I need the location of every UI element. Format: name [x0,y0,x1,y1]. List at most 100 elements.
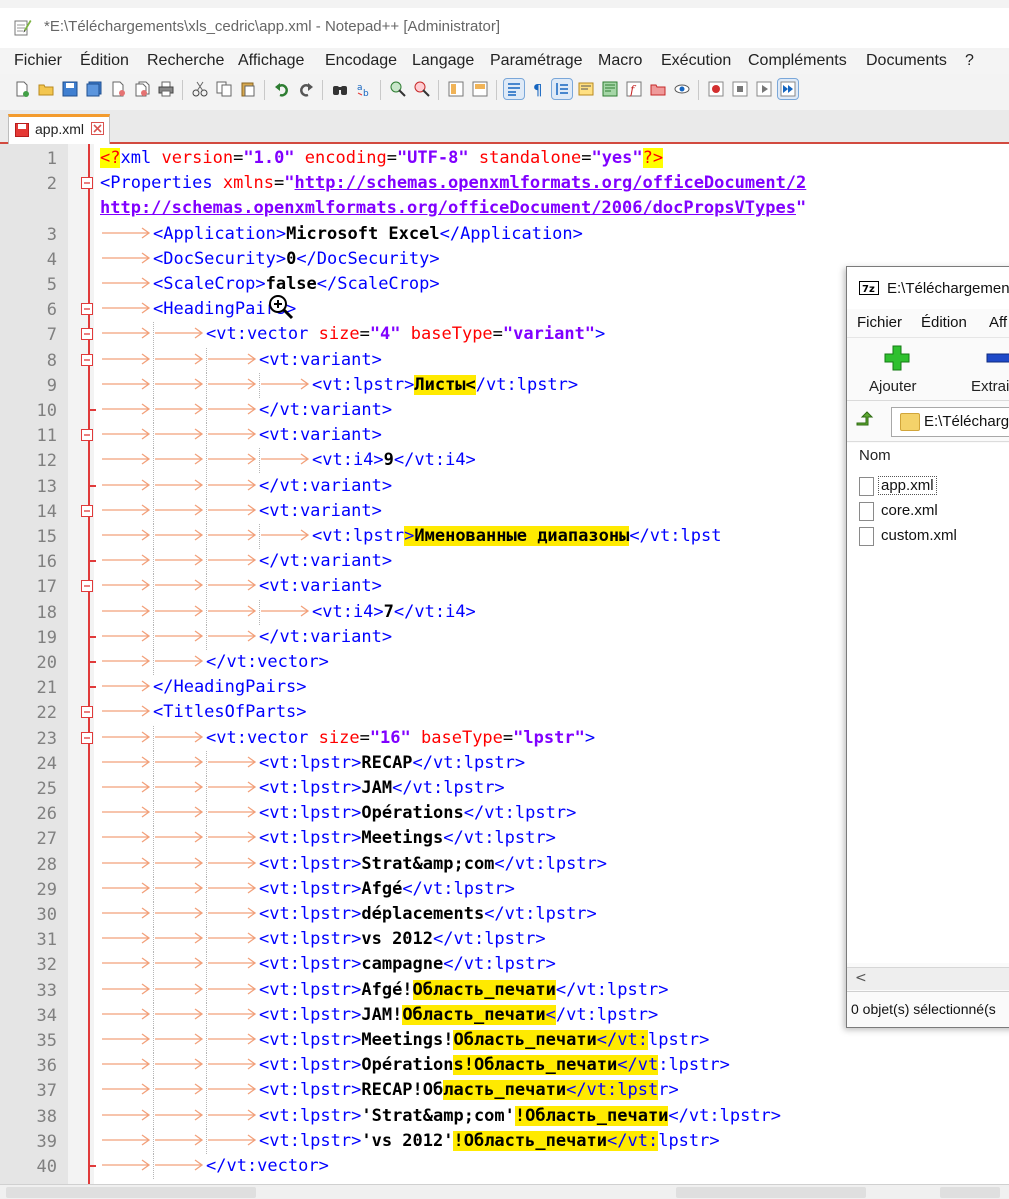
close-all-button[interactable] [132,79,152,99]
code-line[interactable]: 1 <?xml version="1.0" encoding="UTF-8" st… [0,146,1009,171]
paste-icon [241,82,255,97]
sevenzip-menu-fichier[interactable]: Fichier [857,314,902,331]
zoom-in-button[interactable] [388,79,408,99]
fold-toggle-icon[interactable] [81,731,93,744]
indent-guide [153,851,155,877]
stop-macro-button[interactable] [730,79,750,99]
replace-button[interactable]: ab [354,79,374,99]
code-text: <vt:lpstr>JAM</vt:lpstr> [259,778,505,798]
fold-toggle-icon[interactable] [81,303,93,316]
code-line[interactable]: 38 <vt:lpstr>'Strat&amp;com'!Область_печа… [0,1103,1009,1129]
menu-execution[interactable]: Exécution [661,52,731,70]
column-header-name[interactable]: Nom [859,447,891,464]
fold-toggle-icon[interactable] [81,177,93,190]
code-line[interactable]: 3 <Application>Microsoft Excel</Applicati… [0,222,1009,247]
menu-fichier[interactable]: Fichier [14,52,62,70]
document-map-button[interactable] [600,79,620,99]
code-line[interactable]: 37 <vt:lpstr>RECAP!Область_печати</vt:lps… [0,1078,1009,1104]
code-line[interactable]: 2 <Properties xmlns="http://schemas.openx… [0,171,1009,196]
tab-app-xml[interactable]: app.xml [8,114,110,144]
run-macro-multiple-button[interactable] [777,78,799,100]
redo-button[interactable] [296,79,316,99]
fold-toggle-icon[interactable] [81,429,93,442]
sevenzip-title: E:\Téléchargemen [887,280,1009,297]
menu-encodage[interactable]: Encodage [325,52,397,70]
code-line[interactable]: http://schemas.openxmlformats.org/office… [0,196,1009,221]
menu-complements[interactable]: Compléments [748,52,847,70]
file-list[interactable]: Nom app.xml core.xml custom.xml [847,443,1009,963]
fold-toggle-icon[interactable] [81,328,93,341]
tab-arrow-icon [208,504,257,516]
sync-vertical-button[interactable] [446,79,466,99]
save-all-button[interactable] [84,79,104,99]
scroll-left-arrow[interactable]: < [855,970,867,986]
record-macro-button[interactable] [706,79,726,99]
open-file-button[interactable] [36,79,56,99]
menu-langage[interactable]: Langage [412,52,474,70]
menu-affichage[interactable]: Affichage [238,52,304,70]
path-input[interactable]: E:\Télécharg [891,407,1009,437]
status-position [940,1187,1000,1198]
line-number: 36 [36,1056,57,1077]
code-text: <vt:lpstr>Afgé</vt:lpstr> [259,878,515,899]
fold-toggle-icon[interactable] [81,504,93,517]
tab-arrow-icon [102,806,151,818]
status-file-type [6,1187,256,1198]
record-icon [708,81,724,97]
indent-guide [206,599,208,625]
monitoring-button[interactable] [672,79,692,99]
user-language-button[interactable] [576,79,596,99]
play-macro-button[interactable] [754,79,774,99]
indent-guide [206,574,208,600]
horizontal-scrollbar[interactable]: < [847,967,1009,990]
menu-documents[interactable]: Documents [866,52,947,70]
menu-edition[interactable]: Édition [80,52,129,70]
code-line[interactable]: 36 <vt:lpstr>Opérations!Область_печати</v… [0,1053,1009,1079]
sevenzip-window[interactable]: 7z E:\Téléchargemen Fichier Édition Aff … [846,266,1009,1028]
close-tab-icon[interactable] [91,122,104,135]
indent-guide [153,498,155,524]
tab-arrow-icon [102,781,151,793]
cut-button[interactable] [190,79,210,99]
find-button[interactable] [330,79,350,99]
code-line[interactable]: 39 <vt:lpstr>'vs 2012'!Область_печати</vt… [0,1128,1009,1154]
paste-button[interactable] [238,79,258,99]
tab-arrow-icon [155,1134,204,1146]
fold-end-marker [88,560,96,563]
code-line[interactable]: 40 </vt:vector> [0,1154,1009,1179]
sevenzip-menu-edition[interactable]: Édition [921,314,967,331]
tab-arrow-icon [155,1109,204,1121]
undo-button[interactable] [272,79,292,99]
folder-workspace-button[interactable] [648,79,668,99]
close-file-button[interactable] [108,79,128,99]
code-text: <vt:i4>7</vt:i4> [312,601,476,622]
fold-toggle-icon[interactable] [81,706,93,719]
code-line[interactable]: 35 <vt:lpstr>Meetings!Область_печати</vt:… [0,1028,1009,1053]
word-wrap-button[interactable] [503,78,525,100]
menu-help[interactable]: ? [965,52,974,70]
zoom-out-button[interactable] [412,79,432,99]
code-text: <Application>Microsoft Excel</Applicatio… [153,223,583,244]
copy-button[interactable] [214,79,234,99]
indent-guide [259,524,261,549]
sync-horizontal-button[interactable] [470,79,490,99]
toolbar-separator [698,80,699,100]
new-file-button[interactable] [12,79,32,99]
folder-up-icon[interactable] [855,411,875,431]
indent-guide-button[interactable] [551,78,573,100]
menu-recherche[interactable]: Recherche [147,52,224,70]
file-icon [859,502,874,521]
save-button[interactable] [60,79,80,99]
code-text: <vt:lpstr>Именованные диапазоны</vt:lpst [312,526,722,546]
fold-toggle-icon[interactable] [81,580,93,593]
menu-parametrage[interactable]: Paramétrage [490,52,583,70]
tab-arrow-icon [102,831,151,843]
menu-macro[interactable]: Macro [598,52,642,70]
print-button[interactable] [156,79,176,99]
indent-guide [206,927,208,953]
fold-toggle-icon[interactable] [81,353,93,366]
indent-guide [153,1128,155,1154]
function-list-button[interactable]: f [624,79,644,99]
show-all-chars-button[interactable]: ¶ [528,79,548,99]
sevenzip-menu-affichage[interactable]: Aff [989,314,1007,331]
